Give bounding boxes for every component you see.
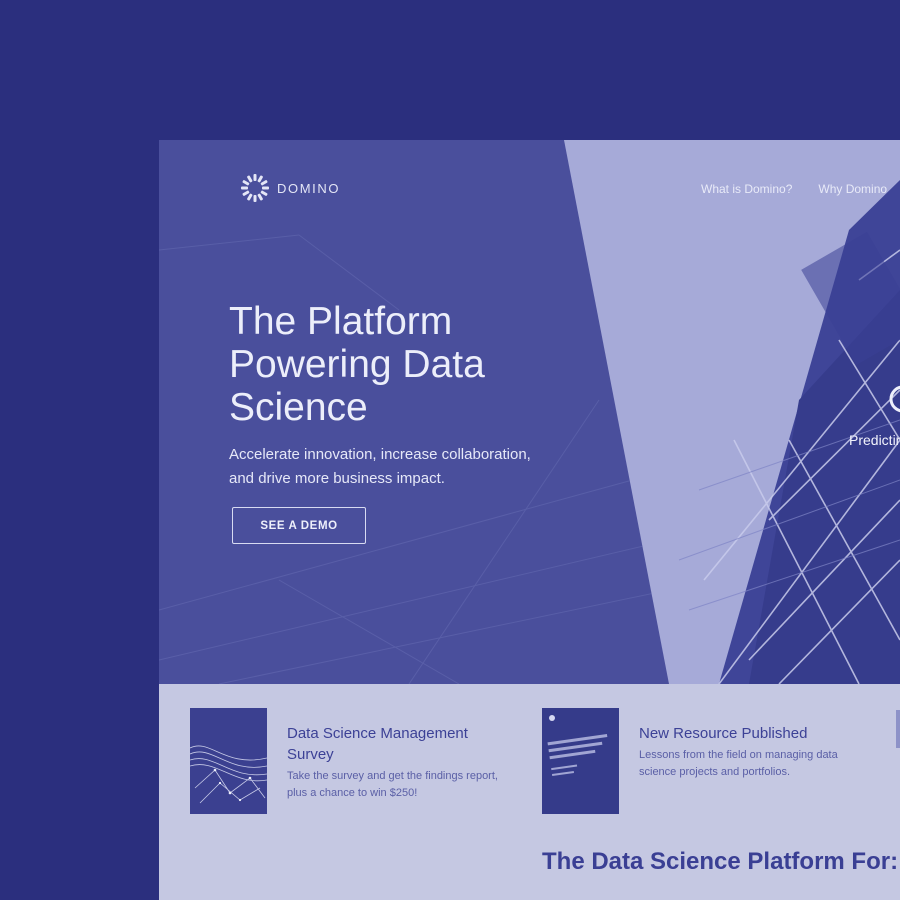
hero-subtitle: Accelerate innovation, increase collabor… <box>229 446 531 487</box>
hero-title: The Platform Powering Data Science <box>229 300 485 429</box>
resource-card-guide[interactable]: New Resource Published Lessons from the … <box>542 708 869 814</box>
card-text: Data Science Management Survey Take the … <box>287 708 517 814</box>
card-title[interactable]: New Resource Published <box>639 723 839 744</box>
card-description: Take the survey and get the findings rep… <box>287 770 498 799</box>
logo-text: DOMINO <box>277 180 341 196</box>
hero-section: DOMINO What is Domino? Why Domino The Pl… <box>159 140 900 684</box>
feature-label-predicting[interactable]: Predictin <box>849 432 900 448</box>
nav-link-why-domino[interactable]: Why Domino <box>818 182 887 196</box>
guide-thumbnail <box>542 708 619 814</box>
resource-card-survey[interactable]: Data Science Management Survey Take the … <box>190 708 517 814</box>
domino-ring-icon <box>241 174 269 202</box>
card-title[interactable]: Data Science Management Survey <box>287 723 487 765</box>
website-screenshot: DOMINO What is Domino? Why Domino The Pl… <box>159 140 900 900</box>
nav-link-what-is-domino[interactable]: What is Domino? <box>701 182 792 196</box>
see-demo-button[interactable]: SEE A DEMO <box>232 507 366 544</box>
circle-icon <box>889 385 900 413</box>
card-description: Lessons from the field on managing data … <box>639 749 838 778</box>
next-card-edge <box>896 710 900 748</box>
main-nav: What is Domino? Why Domino <box>701 182 887 196</box>
domino-logo[interactable]: DOMINO <box>239 172 340 204</box>
card-text: New Resource Published Lessons from the … <box>639 708 869 814</box>
section-heading: The Data Science Platform For: <box>542 848 899 875</box>
survey-thumbnail <box>190 708 267 814</box>
book-cover-icon <box>542 708 619 814</box>
network-wave-icon <box>190 708 267 814</box>
